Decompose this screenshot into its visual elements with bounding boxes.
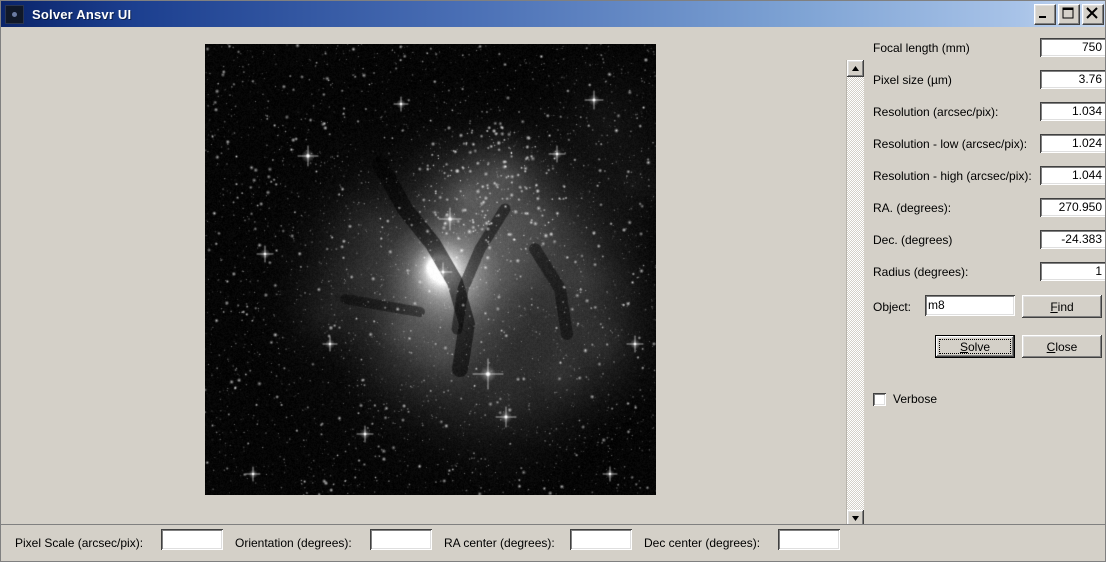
field-label: Radius (degrees): xyxy=(873,265,969,279)
ra-degrees-input[interactable] xyxy=(1043,200,1102,214)
object-input[interactable] xyxy=(928,298,1010,312)
field-pixel-size: Pixel size (µm) xyxy=(867,70,1105,92)
find-accel: F xyxy=(1050,299,1058,314)
resolution-field[interactable] xyxy=(1040,102,1105,121)
resolution-high-field[interactable] xyxy=(1040,166,1105,185)
verbose-label: Verbose xyxy=(893,392,938,406)
object-row: Object: Find Solve Close xyxy=(867,295,1105,358)
pixel-scale-input[interactable] xyxy=(164,532,218,546)
image-viewer[interactable] xyxy=(9,35,841,501)
field-label: Resolution - low (arcsec/pix): xyxy=(873,137,1028,151)
solve-rest: olve xyxy=(968,339,991,354)
ra-center-input[interactable] xyxy=(573,532,627,546)
scroll-up-icon[interactable] xyxy=(847,60,864,77)
dec-center-field[interactable] xyxy=(778,529,840,550)
dec-center-label: Dec center (degrees): xyxy=(644,536,761,550)
title-bar: Solver Ansvr UI xyxy=(1,1,1105,27)
field-ra-degrees: RA. (degrees): xyxy=(867,198,1105,220)
close-icon[interactable] xyxy=(1082,4,1104,25)
object-field[interactable] xyxy=(925,295,1015,316)
settings-panel: Focal length (mm) Pixel size (µm) Resolu… xyxy=(867,27,1105,524)
window-controls xyxy=(1034,4,1104,25)
find-button[interactable]: Find xyxy=(1022,295,1102,318)
solve-accel: S xyxy=(959,339,968,354)
resolution-low-field[interactable] xyxy=(1040,134,1105,153)
field-resolution-low: Resolution - low (arcsec/pix): xyxy=(867,134,1105,156)
solver-ansvr-window: Solver Ansvr UI Focal length (mm) 750 Pi… xyxy=(0,0,1106,562)
radius-degrees-field[interactable] xyxy=(1040,262,1105,281)
radius-degrees-input[interactable] xyxy=(1043,264,1102,278)
resolution-input[interactable] xyxy=(1043,104,1102,118)
solve-button-face[interactable]: Solve xyxy=(936,336,1014,357)
field-label: Dec. (degrees) xyxy=(873,233,953,247)
verbose-checkbox[interactable] xyxy=(873,392,886,406)
resolution-high-input[interactable] xyxy=(1043,168,1102,182)
pixel-scale-field[interactable] xyxy=(161,529,223,550)
field-label: RA. (degrees): xyxy=(873,201,952,215)
focal-length-field[interactable] xyxy=(1040,38,1105,57)
field-label: Focal length (mm) xyxy=(873,41,970,55)
find-rest: ind xyxy=(1057,299,1074,314)
dec-center-input[interactable] xyxy=(781,532,835,546)
orientation-label: Orientation (degrees): xyxy=(235,536,352,550)
dec-degrees-input[interactable] xyxy=(1043,232,1102,246)
focal-length-input[interactable] xyxy=(1043,40,1102,54)
field-label: Pixel size (µm) xyxy=(873,73,952,87)
ra-center-label: RA center (degrees): xyxy=(444,536,555,550)
field-dec-degrees: Dec. (degrees) xyxy=(867,230,1105,252)
pixel-size-field[interactable] xyxy=(1040,70,1105,89)
app-icon xyxy=(5,4,24,24)
field-label: Resolution (arcsec/pix): xyxy=(873,105,999,119)
maximize-icon[interactable] xyxy=(1058,4,1080,25)
field-label: Resolution - high (arcsec/pix): xyxy=(873,169,1032,183)
ra-degrees-field[interactable] xyxy=(1040,198,1105,217)
verbose-row: Verbose xyxy=(873,392,937,406)
pixel-scale-label: Pixel Scale (arcsec/pix): xyxy=(15,536,144,550)
close-button[interactable]: Close xyxy=(1022,335,1102,358)
vertical-scrollbar[interactable] xyxy=(846,60,864,527)
solve-button[interactable]: Solve xyxy=(935,335,1015,358)
orientation-input[interactable] xyxy=(373,532,427,546)
astrophoto-image xyxy=(205,44,656,495)
dec-degrees-field[interactable] xyxy=(1040,230,1105,249)
window-title: Solver Ansvr UI xyxy=(32,6,132,22)
object-label: Object: xyxy=(873,300,912,314)
ra-center-field[interactable] xyxy=(570,529,632,550)
resolution-low-input[interactable] xyxy=(1043,136,1102,150)
minimize-icon[interactable] xyxy=(1034,4,1056,25)
pixel-size-input[interactable] xyxy=(1043,72,1102,86)
close-rest: lose xyxy=(1055,339,1078,354)
status-bar: Pixel Scale (arcsec/pix): Orientation (d… xyxy=(1,524,1105,561)
field-resolution: Resolution (arcsec/pix): xyxy=(867,102,1105,124)
field-radius-degrees: Radius (degrees): xyxy=(867,262,1105,284)
field-resolution-high: Resolution - high (arcsec/pix): xyxy=(867,166,1105,188)
orientation-field[interactable] xyxy=(370,529,432,550)
close-accel: C xyxy=(1046,339,1056,354)
field-focal-length: Focal length (mm) xyxy=(867,38,1105,60)
